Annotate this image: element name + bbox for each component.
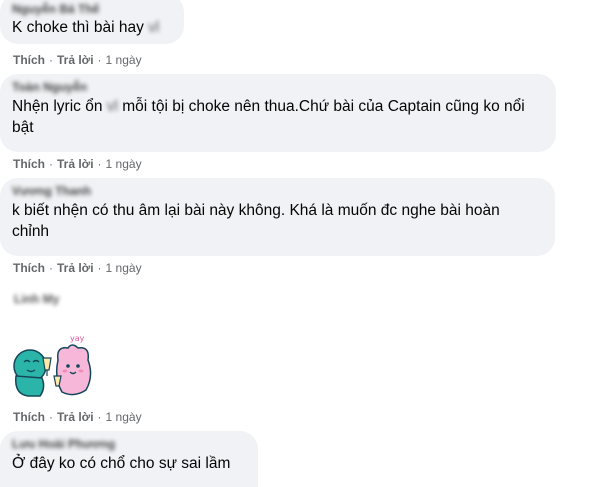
censored-word: vl (148, 19, 160, 36)
timestamp[interactable]: 1 ngày (106, 157, 142, 171)
censored-word: vl (106, 98, 118, 115)
comment-author[interactable]: Lưu Hoài Phương (12, 437, 246, 451)
comment-actions: Thích · Trả lời · 1 ngày (13, 53, 142, 67)
comment-actions: Thích · Trả lời · 1 ngày (13, 410, 142, 424)
sticker-image: yay (13, 334, 92, 397)
like-link[interactable]: Thích (13, 261, 45, 275)
like-link[interactable]: Thích (13, 410, 45, 424)
comment-bubble-2: Toàn Nguyễn Nhện lyric ổn vl mỗi tội bị … (0, 74, 556, 152)
comment-text: K choke thì bài hay vl (12, 19, 160, 36)
comment-bubble-3: Vương Thanh k biết nhện có thu âm lại bà… (0, 178, 555, 256)
comment-bubble-5: Lưu Hoài Phương Ở đây ko có chổ cho sự s… (0, 431, 258, 487)
comment-text: k biết nhện có thu âm lại bài này không.… (12, 202, 500, 240)
comment-author[interactable]: Nguyễn Bá Thế (12, 2, 172, 16)
timestamp[interactable]: 1 ngày (106, 261, 142, 275)
timestamp[interactable]: 1 ngày (106, 410, 142, 424)
reply-link[interactable]: Trả lời (57, 157, 94, 171)
reply-link[interactable]: Trả lời (57, 410, 94, 424)
sticker-text: yay (70, 334, 85, 343)
comment-actions: Thích · Trả lời · 1 ngày (13, 261, 142, 275)
reply-link[interactable]: Trả lời (57, 53, 94, 67)
comment-author[interactable]: Vương Thanh (12, 184, 543, 198)
comment-author[interactable]: Linh My (14, 292, 59, 306)
comment-text: Ở đây ko có chổ cho sự sai lầm (12, 455, 231, 472)
reply-link[interactable]: Trả lời (57, 261, 94, 275)
like-link[interactable]: Thích (13, 157, 45, 171)
comment-author[interactable]: Toàn Nguyễn (12, 80, 544, 94)
comment-actions: Thích · Trả lời · 1 ngày (13, 157, 142, 171)
comment-bubble-1: Nguyễn Bá Thế K choke thì bài hay vl (0, 0, 184, 44)
comment-text: Nhện lyric ổn vl mỗi tội bị choke nên th… (12, 98, 525, 136)
like-link[interactable]: Thích (13, 53, 45, 67)
timestamp[interactable]: 1 ngày (106, 53, 142, 67)
yay-cheers-sticker[interactable]: yay (10, 332, 100, 402)
